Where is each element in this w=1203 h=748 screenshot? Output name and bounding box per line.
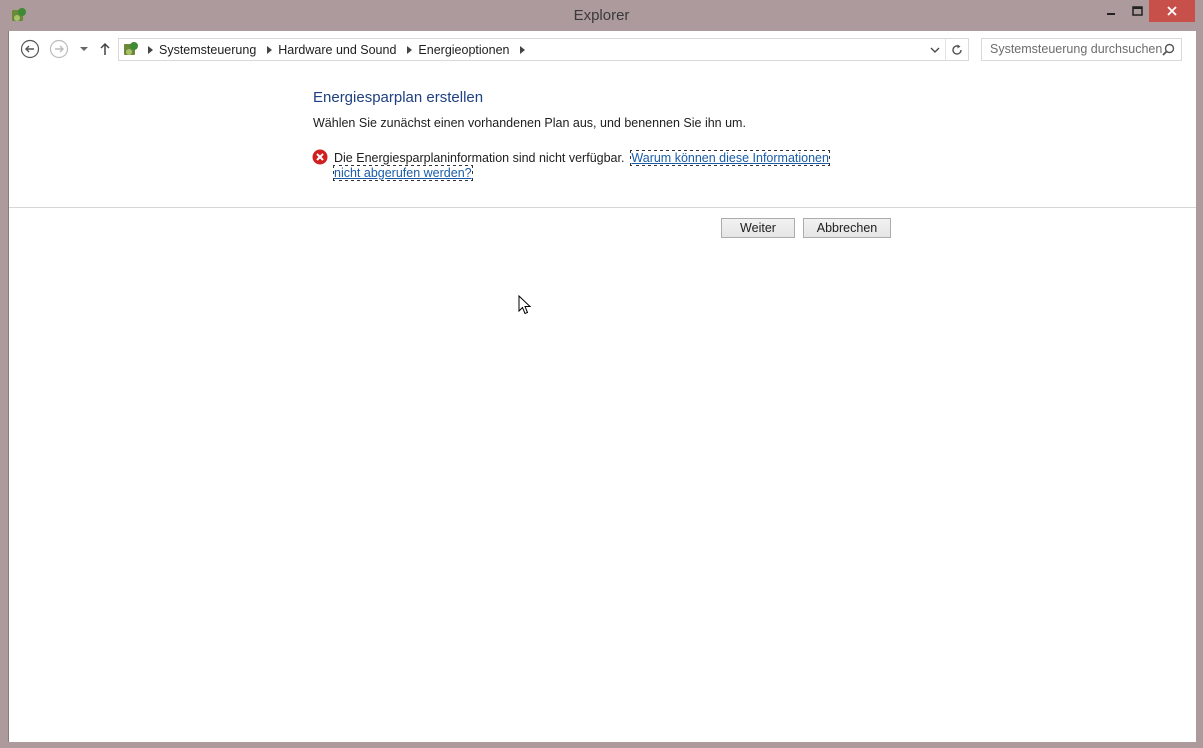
up-button[interactable] [95,39,115,59]
breadcrumb-separator[interactable] [515,45,529,54]
breadcrumb-item-hardware-und-sound[interactable]: Hardware und Sound [276,43,402,57]
recent-locations-button[interactable] [79,39,89,59]
mouse-cursor-icon [518,295,532,315]
chevron-right-icon [519,45,525,54]
breadcrumb-separator[interactable] [143,45,157,54]
search-input[interactable]: Systemsteuerung durchsuchen [981,38,1182,61]
chevron-right-icon [147,45,153,54]
breadcrumb-separator[interactable] [402,45,416,54]
control-panel-icon [124,42,138,55]
chevron-right-icon [266,45,272,54]
search-placeholder: Systemsteuerung durchsuchen [990,42,1163,56]
search-icon[interactable] [1162,43,1175,56]
window-title: Explorer [573,7,630,24]
refresh-button[interactable] [945,39,968,60]
divider [9,207,1196,208]
breadcrumb-item-systemsteuerung[interactable]: Systemsteuerung [157,43,262,57]
title-bar: Explorer [0,0,1203,31]
chevron-right-icon [406,45,412,54]
window-client-area: Systemsteuerung Hardware und Sound Energ… [8,31,1196,742]
cancel-button[interactable]: Abbrechen [803,218,891,238]
up-arrow-icon [100,42,110,55]
error-icon [312,149,328,165]
close-icon [1167,6,1177,16]
back-arrow-icon [20,39,40,59]
minimize-button[interactable] [1100,0,1122,22]
maximize-button[interactable] [1126,0,1148,22]
address-history-dropdown[interactable] [928,39,942,60]
next-button[interactable]: Weiter [721,218,795,238]
navigation-bar: Systemsteuerung Hardware und Sound Energ… [9,31,1196,68]
forward-button[interactable] [49,39,69,59]
maximize-icon [1131,6,1143,16]
breadcrumb: Systemsteuerung Hardware und Sound Energ… [143,39,529,60]
chevron-down-icon [80,47,88,51]
address-bar[interactable]: Systemsteuerung Hardware und Sound Energ… [118,38,969,61]
minimize-icon [1107,13,1115,15]
breadcrumb-separator[interactable] [262,45,276,54]
forward-arrow-icon [49,39,69,59]
back-button[interactable] [20,39,40,59]
breadcrumb-item-energieoptionen[interactable]: Energieoptionen [416,43,515,57]
error-text: Die Energiesparplaninformation sind nich… [334,151,625,165]
page-title: Energiesparplan erstellen [313,89,484,106]
refresh-icon [952,44,962,55]
page-description: Wählen Sie zunächst einen vorhandenen Pl… [313,116,746,130]
close-button[interactable] [1149,0,1195,22]
error-message: Die Energiesparplaninformation sind nich… [333,150,854,181]
chevron-down-icon [930,47,940,53]
